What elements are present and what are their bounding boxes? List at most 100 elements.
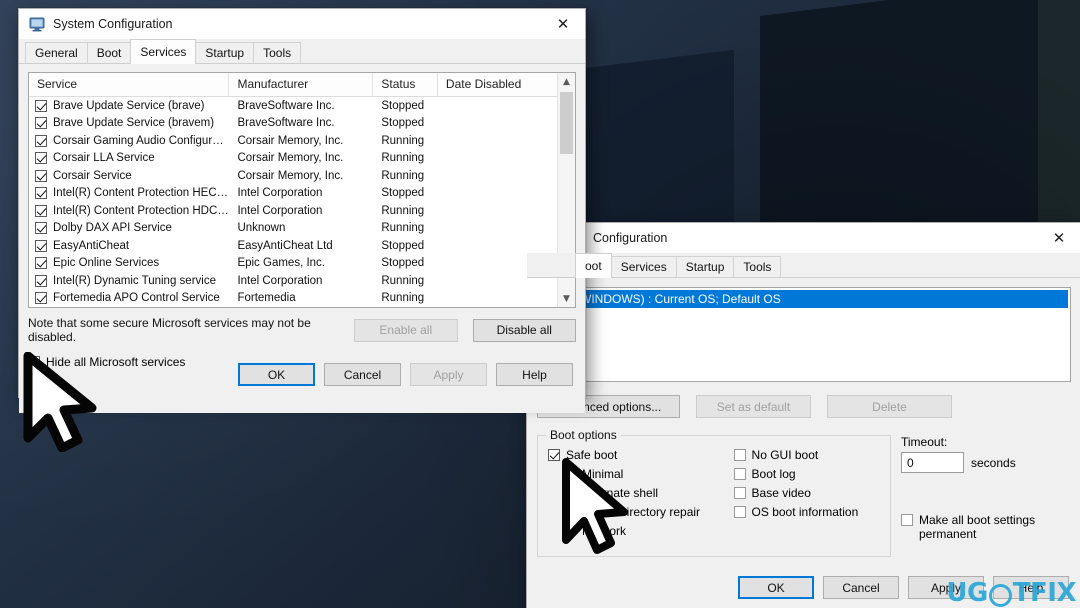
help-button[interactable]: Help bbox=[496, 363, 573, 386]
status-cell: Running bbox=[381, 292, 425, 305]
column-header-manufacturer[interactable]: Manufacturer bbox=[229, 73, 374, 96]
services-note-row: Note that some secure Microsoft services… bbox=[28, 316, 576, 344]
table-row[interactable]: Corsair Gaming Audio Configurat… Corsair … bbox=[29, 132, 557, 150]
scroll-down-icon[interactable]: ▼ bbox=[558, 290, 575, 307]
tab-startup[interactable]: Startup bbox=[675, 256, 735, 277]
no-gui-boot-row[interactable]: No GUI boot bbox=[733, 448, 880, 462]
os-entries-list[interactable]: 10 (C:\WINDOWS) : Current OS; Default OS bbox=[537, 287, 1071, 382]
os-boot-information-checkbox[interactable] bbox=[733, 506, 746, 518]
active-directory-repair-radio[interactable] bbox=[564, 506, 576, 518]
system-configuration-services-window[interactable]: System Configuration ✕ General Boot Serv… bbox=[18, 8, 586, 413]
table-row[interactable]: Corsair LLA Service Corsair Memory, Inc. R… bbox=[29, 150, 557, 168]
service-enabled-checkbox[interactable] bbox=[35, 117, 47, 130]
service-enabled-checkbox[interactable] bbox=[35, 257, 47, 270]
column-header-status[interactable]: Status bbox=[373, 73, 438, 96]
set-as-default-button: Set as default bbox=[696, 395, 811, 418]
disable-all-button[interactable]: Disable all bbox=[472, 318, 576, 342]
tab-boot[interactable]: oot bbox=[575, 253, 612, 278]
service-enabled-checkbox[interactable] bbox=[35, 292, 47, 305]
close-icon[interactable]: ✕ bbox=[541, 9, 585, 39]
service-enabled-checkbox[interactable] bbox=[35, 169, 47, 182]
status-cell: Stopped bbox=[381, 187, 425, 200]
no-gui-boot-checkbox[interactable] bbox=[733, 449, 746, 461]
hide-microsoft-services-checkbox[interactable] bbox=[28, 356, 40, 368]
screen: Configuration ✕ oot Services Startup Too… bbox=[0, 0, 1080, 608]
column-header-date-disabled[interactable]: Date Disabled bbox=[438, 73, 557, 96]
ok-button[interactable]: OK bbox=[738, 576, 814, 599]
services-window-tabstrip[interactable]: General Boot Services Startup Tools bbox=[19, 39, 585, 64]
service-enabled-checkbox[interactable] bbox=[35, 204, 47, 217]
safe-boot-row[interactable]: Safe boot bbox=[548, 448, 734, 462]
table-row[interactable]: Intel(R) Dynamic Tuning service Intel Cor… bbox=[29, 272, 557, 290]
timeout-input[interactable]: 0 bbox=[901, 452, 964, 473]
safe-boot-checkbox[interactable] bbox=[548, 449, 560, 461]
table-row[interactable]: Intel(R) Content Protection HEC… Intel Co… bbox=[29, 185, 557, 203]
table-row[interactable]: EasyAntiCheat EasyAntiCheat Ltd Stopped bbox=[29, 237, 557, 255]
minimal-radio[interactable] bbox=[564, 468, 576, 480]
cancel-button[interactable]: Cancel bbox=[324, 363, 401, 386]
boot-window-title: Configuration bbox=[593, 231, 668, 245]
table-row[interactable]: Brave Update Service (bravem) BraveSoftwa… bbox=[29, 115, 557, 133]
service-name-cell: Intel(R) Content Protection HDC… bbox=[29, 204, 229, 217]
service-enabled-checkbox[interactable] bbox=[35, 187, 47, 200]
delete-button: Delete bbox=[827, 395, 952, 418]
boot-window-titlebar[interactable]: Configuration ✕ bbox=[527, 223, 1080, 253]
boot-options-left-column: Safe boot Minimal Alternate shell Active… bbox=[548, 448, 734, 538]
table-row[interactable]: Epic Online Services Epic Games, Inc. Stop… bbox=[29, 255, 557, 273]
service-enabled-checkbox[interactable] bbox=[35, 222, 47, 235]
service-name-label: Corsair Service bbox=[53, 169, 132, 182]
tab-services[interactable]: Services bbox=[610, 256, 677, 277]
os-boot-information-row[interactable]: OS boot information bbox=[733, 505, 880, 519]
alternate-shell-radio[interactable] bbox=[564, 487, 576, 499]
services-window-titlebar[interactable]: System Configuration ✕ bbox=[19, 9, 585, 39]
safe-boot-label: Safe boot bbox=[566, 448, 618, 462]
tab-tools[interactable]: Tools bbox=[253, 42, 302, 63]
scrollbar-thumb[interactable] bbox=[560, 92, 573, 154]
boot-options-groupbox: Boot options Safe boot Minimal Alternate… bbox=[537, 428, 891, 557]
service-name-cell: Dolby DAX API Service bbox=[29, 222, 229, 235]
safe-boot-minimal-row[interactable]: Minimal bbox=[564, 467, 734, 481]
service-enabled-checkbox[interactable] bbox=[35, 152, 47, 165]
service-enabled-checkbox[interactable] bbox=[35, 134, 47, 147]
services-listview-body[interactable]: Brave Update Service (brave) BraveSoftwar… bbox=[29, 97, 557, 307]
close-icon[interactable]: ✕ bbox=[1037, 223, 1080, 253]
table-row[interactable]: Dolby DAX API Service Unknown Running bbox=[29, 220, 557, 238]
network-radio[interactable] bbox=[564, 525, 576, 537]
manufacturer-cell: BraveSoftware Inc. bbox=[237, 117, 335, 130]
system-configuration-boot-window[interactable]: Configuration ✕ oot Services Startup Too… bbox=[526, 222, 1080, 608]
services-listview-header[interactable]: Service Manufacturer Status Date Disable… bbox=[29, 73, 557, 97]
service-name-label: Intel(R) Content Protection HDC… bbox=[53, 204, 229, 217]
tab-boot[interactable]: Boot bbox=[86, 42, 132, 63]
safe-boot-alternate-shell-row[interactable]: Alternate shell bbox=[564, 486, 734, 500]
boot-window-tabstrip[interactable]: oot Services Startup Tools bbox=[527, 253, 1080, 278]
scroll-up-icon[interactable]: ▲ bbox=[558, 73, 575, 90]
table-row[interactable]: Brave Update Service (brave) BraveSoftwar… bbox=[29, 97, 557, 115]
boot-log-row[interactable]: Boot log bbox=[733, 467, 880, 481]
service-enabled-checkbox[interactable] bbox=[35, 239, 47, 252]
os-entry-selected[interactable]: 10 (C:\WINDOWS) : Current OS; Default OS bbox=[540, 290, 1068, 308]
tab-general[interactable]: General bbox=[25, 42, 88, 63]
services-listview[interactable]: Service Manufacturer Status Date Disable… bbox=[28, 72, 576, 308]
table-row[interactable]: Intel(R) Content Protection HDC… Intel Co… bbox=[29, 202, 557, 220]
boot-log-checkbox[interactable] bbox=[733, 468, 746, 480]
minimal-label: Minimal bbox=[582, 467, 624, 481]
table-row[interactable]: Fortemedia APO Control Service Fortemedia… bbox=[29, 290, 557, 308]
base-video-checkbox[interactable] bbox=[733, 487, 746, 499]
safe-boot-network-row[interactable]: Network bbox=[564, 524, 734, 538]
tab-tools[interactable]: Tools bbox=[733, 256, 782, 277]
service-enabled-checkbox[interactable] bbox=[35, 274, 47, 287]
status-cell: Running bbox=[381, 152, 425, 165]
column-header-service[interactable]: Service bbox=[29, 73, 230, 96]
service-enabled-checkbox[interactable] bbox=[35, 99, 47, 112]
make-permanent-row[interactable]: Make all boot settings permanent bbox=[901, 513, 1056, 541]
service-name-label: EasyAntiCheat bbox=[53, 239, 130, 252]
cancel-button[interactable]: Cancel bbox=[823, 576, 899, 599]
tab-startup[interactable]: Startup bbox=[195, 42, 255, 63]
make-permanent-checkbox[interactable] bbox=[901, 514, 913, 526]
table-row[interactable]: Corsair Service Corsair Memory, Inc. Runni… bbox=[29, 167, 557, 185]
ok-button[interactable]: OK bbox=[238, 363, 315, 386]
base-video-row[interactable]: Base video bbox=[733, 486, 880, 500]
service-name-cell: EasyAntiCheat bbox=[29, 239, 229, 252]
tab-services[interactable]: Services bbox=[130, 39, 197, 64]
safe-boot-ad-repair-row[interactable]: Active Directory repair bbox=[564, 505, 734, 519]
